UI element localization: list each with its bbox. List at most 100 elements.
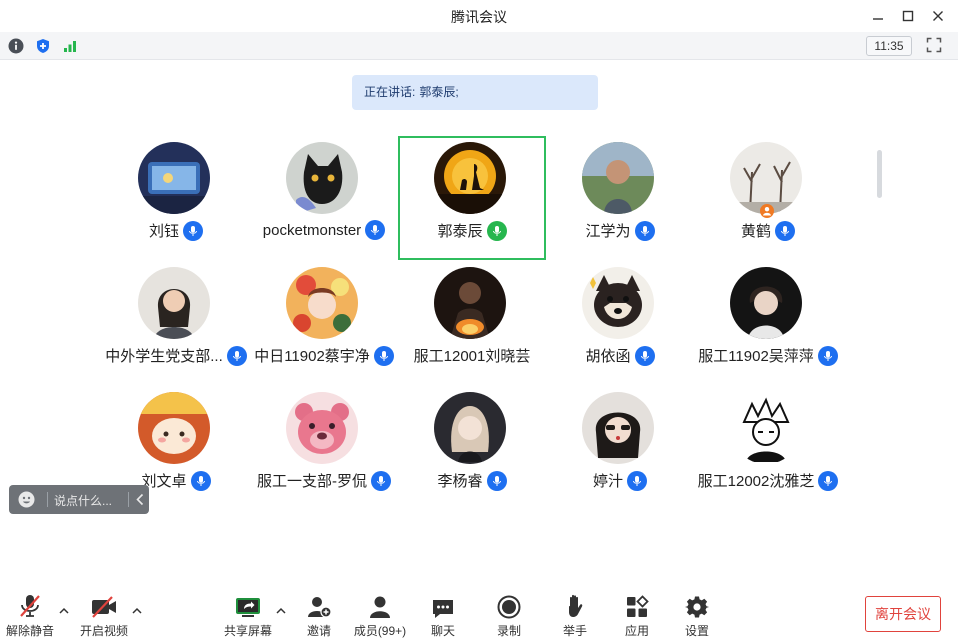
participant-name: 服工11902吴萍萍 [698,348,814,365]
participant-tile[interactable]: 服工一支部-罗侃 [250,386,398,510]
minimize-button[interactable] [868,6,888,26]
mic-icon [634,345,655,366]
participants-scrollbar[interactable] [877,150,882,198]
participant-name: 服工12002沈雅芝 [697,473,815,490]
participant-tile[interactable]: 服工11902吴萍萍 [694,261,842,385]
participant-tile[interactable]: 中外学生党支部... [102,261,250,385]
window-title: 腾讯会议 [451,9,507,25]
record-icon [497,595,521,619]
mic-icon [371,470,391,491]
chat-placeholder[interactable]: 说点什么... [54,492,112,509]
participant-tile-active-speaker[interactable]: 郭泰辰 [398,136,546,260]
avatar [138,267,210,339]
avatar [730,267,802,339]
security-button[interactable] [34,37,52,55]
participant-name: 中外学生党支部... [105,348,223,365]
unmute-button[interactable]: 解除静音 [4,582,56,639]
meeting-info-bar: 11:35 [0,32,958,60]
speaking-prefix: 正在讲话: [364,85,416,99]
participant-tile[interactable]: 胡依函 [546,261,694,385]
participant-tile[interactable]: 刘钰 [102,136,250,260]
leave-meeting-button[interactable]: 离开会议 [865,596,941,632]
raise-hand-icon [569,594,583,617]
avatar [582,142,654,214]
fullscreen-button[interactable] [926,37,944,55]
apps-button[interactable]: 应用 [616,582,658,639]
participant-name: 婷汁 [592,473,623,490]
participant-tile[interactable]: 黄鹤 [694,136,842,260]
emoji-icon[interactable] [18,491,35,508]
camera-off-icon [92,596,116,618]
participant-name: pocketmonster [262,221,362,239]
mic-icon [818,470,839,491]
avatar [434,392,506,464]
participant-name: 郭泰辰 [437,223,483,240]
participant-tile[interactable]: pocketmonster [250,136,398,260]
participant-name: 黄鹤 [740,223,771,240]
mic-icon [817,345,838,366]
participant-tile[interactable]: 李杨睿 [398,386,546,510]
meeting-info-button[interactable] [7,37,25,55]
chat-quick-input[interactable]: 说点什么... [9,485,149,514]
unmute-label: 解除静音 [5,624,54,638]
mic-icon [634,220,655,241]
add-user-icon [308,597,332,618]
network-status-button[interactable] [61,37,79,55]
speaking-name: 郭泰辰; [419,85,459,99]
settings-label: 设置 [684,624,709,638]
divider [47,492,48,507]
close-icon [933,11,943,21]
mic-icon [365,220,386,240]
members-icon [370,596,390,618]
info-icon [8,38,24,54]
members-button[interactable]: 成员(99+) [350,582,410,639]
avatar [434,267,506,339]
raise-hand-button[interactable]: 举手 [554,582,596,639]
mic-icon [775,220,795,241]
avatar [286,392,358,464]
chevron-left-icon[interactable] [135,493,145,506]
avatar [582,267,654,339]
mic-icon [190,470,211,491]
share-screen-icon [236,598,260,617]
invite-label: 邀请 [306,624,331,638]
speaking-banner: 正在讲话: 郭泰辰; [352,75,598,110]
mic-icon [373,345,394,366]
close-button[interactable] [928,6,948,26]
record-button[interactable]: 录制 [488,582,530,639]
participant-tile[interactable]: 江学为 [546,136,694,260]
mic-icon [627,470,647,491]
chat-button[interactable]: 聊天 [422,582,464,639]
mic-icon [226,345,247,366]
meeting-clock: 11:35 [866,36,912,56]
participant-name: 服工12001刘晓芸 [413,348,531,365]
video-options-chevron-icon[interactable] [131,606,143,616]
participant-name: 中日11902蔡宇净 [254,348,370,365]
chat-label: 聊天 [430,624,455,638]
avatar [434,142,506,214]
host-badge-icon [760,204,774,218]
avatar [582,392,654,464]
participant-tile[interactable]: 婷汁 [546,386,694,510]
share-options-chevron-icon[interactable] [275,606,287,616]
mic-muted-icon [20,595,40,617]
settings-button[interactable]: 设置 [676,582,718,639]
raise-hand-label: 举手 [562,624,587,638]
maximize-button[interactable] [898,6,918,26]
invite-button[interactable]: 邀请 [298,582,340,639]
avatar [730,392,802,464]
members-label: 成员(99+) [353,624,407,638]
audio-options-chevron-icon[interactable] [58,606,70,616]
share-screen-label: 共享屏幕 [223,624,272,638]
participant-tile[interactable]: 中日11902蔡宇净 [250,261,398,385]
record-label: 录制 [496,624,521,638]
meeting-toolbar: 解除静音 开启视频 共享屏幕 邀请 成员(99+) 聊天 录制 举手 应用 设置 [0,582,958,639]
participant-tile[interactable]: 服工12001刘晓芸 [398,261,546,385]
mic-active-icon [486,220,507,241]
apps-grid-icon [627,595,649,617]
participant-tile[interactable]: 服工12002沈雅芝 [694,386,842,510]
start-video-button[interactable]: 开启视频 [78,582,130,639]
apps-label: 应用 [624,624,649,638]
share-screen-button[interactable]: 共享屏幕 [222,582,274,639]
avatar [286,142,358,214]
